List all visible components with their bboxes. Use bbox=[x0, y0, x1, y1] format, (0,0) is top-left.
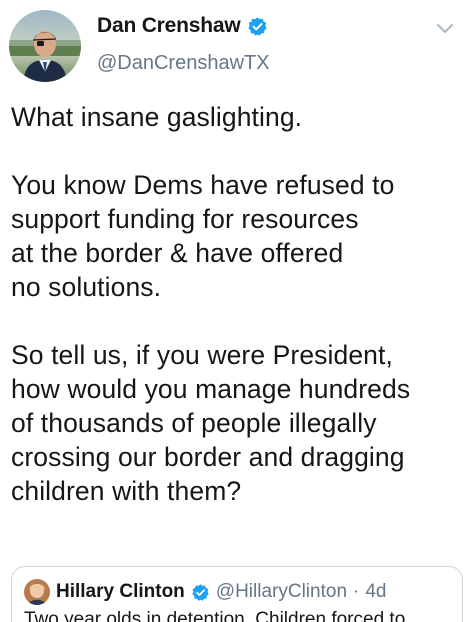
quoted-separator: · bbox=[353, 581, 360, 602]
quoted-timestamp: 4d bbox=[365, 581, 387, 602]
quoted-tweet-text: Two year olds in detention. Children for… bbox=[24, 609, 406, 622]
tweet-header: Dan Crenshaw @DanCrenshawTX bbox=[0, 0, 467, 90]
verified-badge-icon bbox=[247, 16, 268, 37]
quoted-tweet-header: Hillary Clinton @HillaryClinton · 4d bbox=[24, 579, 386, 605]
quoted-author-handle: @HillaryClinton bbox=[215, 581, 348, 602]
author-name-row: Dan Crenshaw bbox=[97, 14, 268, 38]
tweet-text: What insane gaslighting. You know Dems h… bbox=[11, 100, 461, 508]
verified-badge-icon bbox=[191, 583, 210, 602]
tweet-view: Dan Crenshaw @DanCrenshawTX What insane … bbox=[0, 0, 467, 622]
author-display-name[interactable]: Dan Crenshaw bbox=[97, 14, 241, 38]
author-handle[interactable]: @DanCrenshawTX bbox=[97, 52, 270, 75]
quoted-author-avatar bbox=[24, 579, 50, 605]
tweet-paragraph: So tell us, if you were President, how w… bbox=[11, 340, 411, 506]
chevron-down-icon[interactable] bbox=[435, 22, 455, 36]
tweet-paragraph: You know Dems have refused to support fu… bbox=[11, 170, 395, 302]
tweet-paragraph: What insane gaslighting. bbox=[11, 102, 303, 132]
quoted-tweet-card[interactable]: Hillary Clinton @HillaryClinton · 4d Two… bbox=[11, 566, 463, 622]
quoted-author-display-name: Hillary Clinton bbox=[56, 581, 185, 602]
author-avatar[interactable] bbox=[9, 10, 81, 82]
